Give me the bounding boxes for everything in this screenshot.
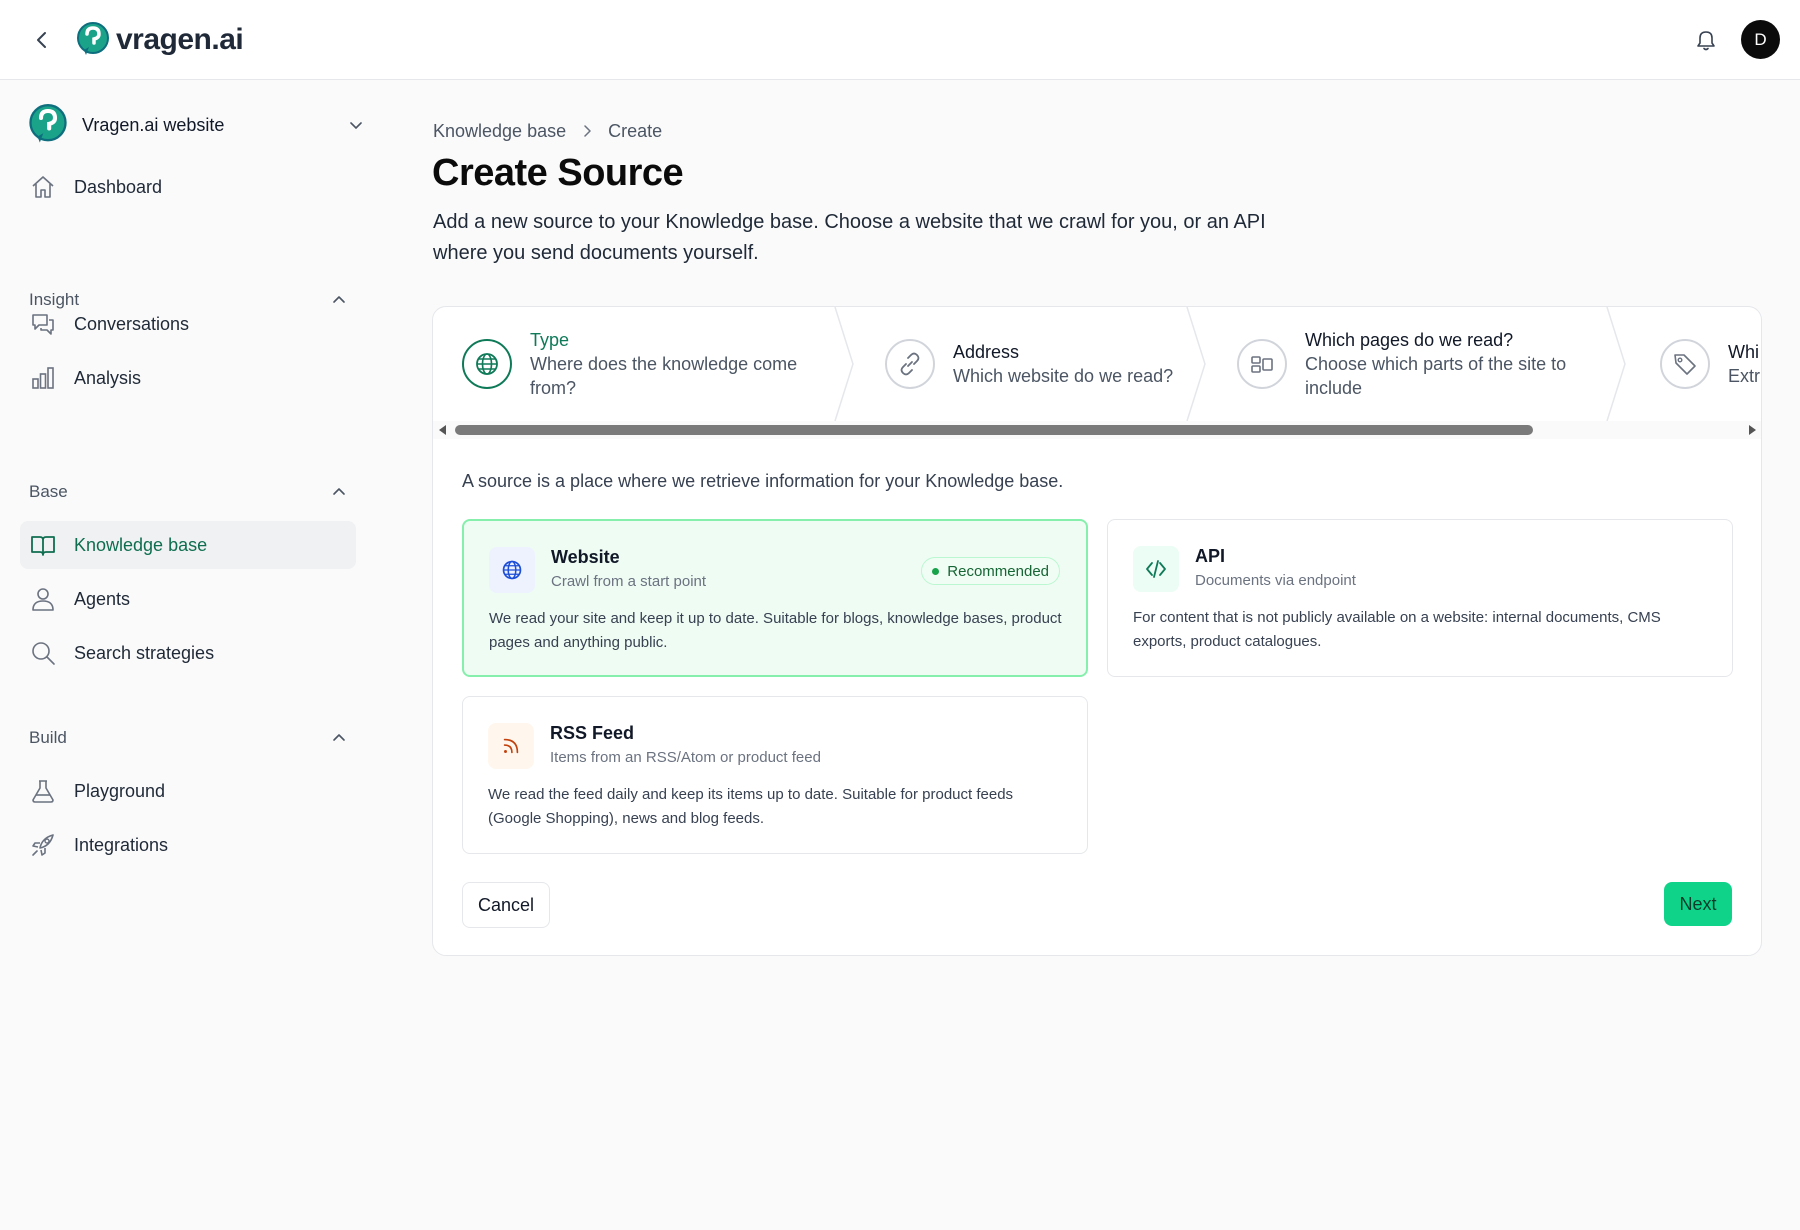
chevron-up-icon — [333, 734, 345, 741]
page-title: Create Source — [432, 152, 684, 194]
sidebar-item-conversations[interactable]: Conversations — [20, 300, 356, 348]
link-icon — [900, 352, 920, 376]
step-separator — [834, 307, 854, 421]
chevron-right-icon — [584, 125, 591, 137]
globe-icon — [502, 560, 522, 580]
sidebar-item-agents[interactable]: Agents — [20, 575, 356, 623]
sidebar-item-analysis[interactable]: Analysis — [20, 354, 356, 402]
page-description: Add a new source to your Knowledge base.… — [433, 211, 1266, 264]
sidebar-item-knowledge-base[interactable]: Knowledge base — [20, 521, 356, 569]
breadcrumb: Knowledge base Create — [433, 118, 662, 144]
step-extract-title: Whi — [1728, 342, 1759, 362]
workspace-selector[interactable]: Vragen.ai website — [28, 103, 364, 147]
website-card-icon — [489, 547, 535, 593]
source-card-website[interactable]: Website Crawl from a start point Recomme… — [462, 519, 1088, 677]
step-address[interactable]: Address Which website do we read? — [885, 307, 1173, 421]
step-separator — [1606, 307, 1626, 421]
step-type[interactable]: Type Where does the knowledge come from? — [462, 307, 797, 421]
sidebar-item-search-strategies[interactable]: Search strategies — [20, 629, 356, 677]
top-bar: vragen.ai D — [0, 0, 1800, 80]
rss-card-subtitle: Items from an RSS/Atom or product feed — [550, 749, 821, 766]
app-logo[interactable]: vragen.ai — [76, 20, 244, 60]
layout-icon — [1251, 356, 1273, 373]
badge-dot-icon — [932, 567, 940, 575]
step-extract-circle — [1660, 339, 1710, 389]
sidebar: Vragen.ai website Dashboard Insight Conv… — [0, 81, 380, 1230]
sidebar-item-dashboard[interactable]: Dashboard — [20, 163, 356, 211]
website-card-title: Website — [551, 547, 620, 567]
scroll-left-icon[interactable] — [438, 425, 448, 435]
api-card-title: API — [1195, 546, 1226, 566]
chevron-left-icon — [37, 32, 46, 48]
rss-card-description: We read the feed daily and keep its item… — [488, 786, 1014, 827]
rss-card-title: RSS Feed — [550, 723, 635, 743]
bell-icon — [1697, 31, 1715, 51]
rocket-icon — [32, 834, 54, 856]
sidebar-item-integrations[interactable]: Integrations — [20, 821, 356, 869]
step-type-subtitle-cont: from? — [530, 378, 577, 398]
step-separator — [1186, 307, 1206, 421]
bar-chart-icon — [32, 367, 54, 389]
sidebar-item-playground[interactable]: Playground — [20, 767, 356, 815]
api-card-description: For content that is not publicly availab… — [1133, 609, 1661, 650]
step-pages-subtitle-cont: include — [1305, 378, 1363, 398]
badge-label: Recommended — [947, 562, 1049, 580]
home-icon — [32, 176, 54, 198]
book-open-icon — [31, 536, 55, 556]
user-avatar[interactable]: D — [1741, 20, 1780, 59]
step-type-circle — [462, 339, 512, 389]
next-button[interactable]: Next — [1664, 882, 1732, 926]
create-source-panel: Type Where does the knowledge come from?… — [432, 306, 1762, 956]
stepper-scrollbar[interactable] — [433, 421, 1761, 439]
workspace-logo-icon — [29, 104, 67, 143]
step-pages-subtitle: Choose which parts of the site to — [1305, 354, 1567, 374]
step-pages-title: Which pages do we read? — [1305, 330, 1514, 350]
flask-icon — [32, 780, 54, 803]
logo-text: vragen.ai — [116, 23, 244, 56]
search-icon — [32, 642, 55, 665]
source-intro: A source is a place where we retrieve in… — [462, 471, 1064, 491]
step-address-circle — [885, 339, 935, 389]
source-card-rss[interactable]: RSS Feed Items from an RSS/Atom or produ… — [462, 696, 1088, 854]
breadcrumb-current: Create — [608, 120, 663, 141]
api-card-icon — [1133, 546, 1179, 592]
step-address-title: Address — [953, 342, 1020, 362]
rss-icon — [503, 738, 519, 754]
source-card-api[interactable]: API Documents via endpoint For content t… — [1107, 519, 1733, 677]
cancel-button[interactable]: Cancel — [462, 882, 550, 928]
step-extract[interactable]: Whi Extr — [1660, 307, 1760, 421]
step-pages-circle — [1237, 339, 1287, 389]
notifications-button[interactable] — [1690, 24, 1722, 56]
tag-icon — [1674, 354, 1696, 375]
rss-card-icon — [488, 723, 534, 769]
scroll-thumb[interactable] — [455, 425, 1533, 435]
chevron-up-icon — [333, 488, 345, 495]
section-base-toggle[interactable]: Base — [29, 477, 347, 507]
workspace-name: Vragen.ai website — [82, 114, 225, 135]
section-build-toggle[interactable]: Build — [29, 723, 347, 753]
breadcrumb-knowledge-base[interactable]: Knowledge base — [433, 121, 566, 142]
chevron-down-icon — [350, 122, 362, 129]
api-card-subtitle: Documents via endpoint — [1195, 572, 1356, 589]
website-card-description: We read your site and keep it up to date… — [489, 610, 1062, 651]
step-type-title: Type — [530, 330, 570, 350]
globe-icon — [476, 353, 498, 375]
chat-icon — [32, 314, 54, 335]
step-extract-subtitle: Extr — [1728, 366, 1761, 386]
code-icon — [1146, 560, 1166, 578]
scroll-right-icon[interactable] — [1747, 425, 1757, 435]
step-pages[interactable]: Which pages do we read? Choose which par… — [1237, 307, 1566, 421]
recommended-badge: Recommended — [921, 557, 1060, 585]
website-card-subtitle: Crawl from a start point — [551, 573, 707, 590]
stepper: Type Where does the knowledge come from?… — [433, 307, 1761, 439]
step-address-subtitle: Which website do we read? — [953, 366, 1174, 386]
step-type-subtitle: Where does the knowledge come — [530, 354, 798, 374]
back-button[interactable] — [26, 24, 58, 56]
user-icon — [32, 588, 54, 611]
logo-icon — [77, 22, 109, 55]
